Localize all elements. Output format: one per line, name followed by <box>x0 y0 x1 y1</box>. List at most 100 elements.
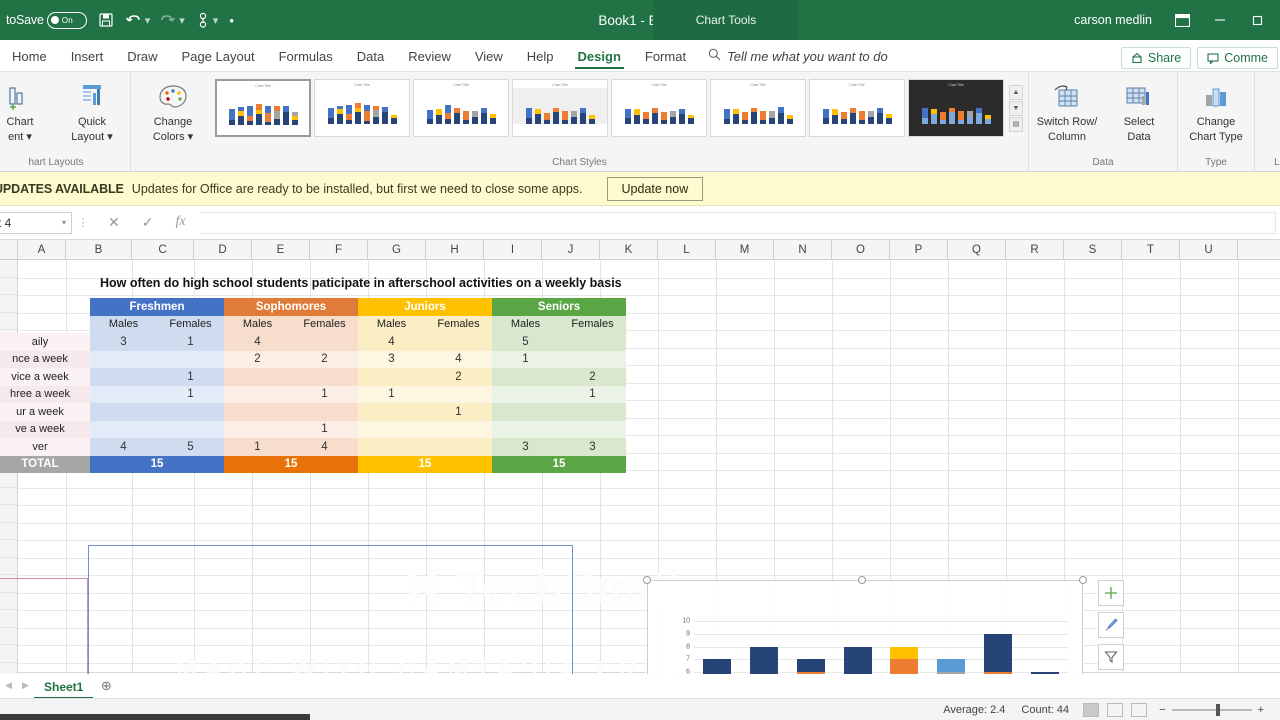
minimize-button[interactable] <box>1202 0 1238 40</box>
table-cell[interactable] <box>157 403 224 421</box>
column-header-G[interactable]: G <box>368 240 426 259</box>
table-cell[interactable] <box>425 438 492 456</box>
resize-handle-nw[interactable] <box>643 576 651 584</box>
row-header[interactable] <box>0 610 17 628</box>
chart-style-thumb-1[interactable]: Chart Title <box>215 79 311 137</box>
table-cell[interactable]: 1 <box>291 420 358 438</box>
row-header[interactable] <box>0 663 17 675</box>
formula-input[interactable] <box>199 211 1276 234</box>
table-cell[interactable]: 1 <box>425 403 492 421</box>
column-header-N[interactable]: N <box>774 240 832 259</box>
gallery-more-button[interactable]: ▤ <box>1009 116 1023 132</box>
cancel-icon[interactable]: ✕ <box>108 214 120 231</box>
gallery-down-button[interactable]: ▼ <box>1009 100 1023 116</box>
chart-bar[interactable] <box>983 633 1012 674</box>
ribbon-display-options-icon[interactable] <box>1164 0 1200 40</box>
autosave-switch[interactable]: On <box>46 11 87 29</box>
table-cell[interactable]: 1 <box>157 385 224 403</box>
table-cell[interactable] <box>358 403 425 421</box>
chart-style-thumb-4[interactable]: Chart Title <box>512 79 608 137</box>
insert-function-icon[interactable]: fx <box>175 214 185 231</box>
table-cell[interactable] <box>90 420 157 438</box>
table-cell[interactable] <box>492 368 559 386</box>
table-cell[interactable]: 1 <box>157 333 224 351</box>
table-row[interactable]: ve a week 1 <box>0 420 626 438</box>
row-header[interactable] <box>0 540 17 558</box>
row-header[interactable] <box>0 593 17 610</box>
table-cell[interactable]: 5 <box>492 333 559 351</box>
tab-formulas[interactable]: Formulas <box>267 44 345 71</box>
table-cell[interactable] <box>224 368 291 386</box>
table-cell[interactable]: 2 <box>559 368 626 386</box>
table-cell[interactable] <box>90 350 157 368</box>
move-chart-button[interactable]: Move Chart <box>1257 75 1280 143</box>
table-row[interactable]: ver 4 5 1 4 3 3 <box>0 438 626 456</box>
page-break-view-button[interactable] <box>1131 702 1148 717</box>
table-cell[interactable] <box>492 403 559 421</box>
row-header[interactable] <box>0 260 17 278</box>
sheet-nav-next-icon[interactable]: ▶ <box>22 680 29 691</box>
table-cell[interactable]: 4 <box>291 438 358 456</box>
normal-view-button[interactable] <box>1083 702 1100 717</box>
chart-bar[interactable] <box>843 646 872 674</box>
touch-mode-icon[interactable]: ▾ <box>192 10 223 30</box>
table-cell[interactable] <box>358 420 425 438</box>
table-row[interactable]: vice a week 1 2 2 <box>0 368 626 386</box>
redo-icon[interactable]: ▾ <box>157 11 189 30</box>
chart-bar[interactable] <box>1030 672 1059 674</box>
comments-button[interactable]: Comme <box>1197 47 1278 69</box>
switch-row-column-button[interactable]: Switch Row/ Column <box>1031 75 1103 143</box>
column-header-R[interactable]: R <box>1006 240 1064 259</box>
table-cell[interactable] <box>559 420 626 438</box>
table-cell[interactable]: 3 <box>358 350 425 368</box>
zoom-out-button[interactable]: − <box>1159 704 1165 716</box>
chart-filters-button[interactable] <box>1098 644 1124 670</box>
sheet-nav-arrows[interactable]: ◀ ▶ <box>0 680 34 691</box>
table-cell[interactable]: 4 <box>358 333 425 351</box>
customize-qat-icon[interactable]: • <box>225 11 238 30</box>
column-header-H[interactable]: H <box>426 240 484 259</box>
save-icon[interactable] <box>94 10 118 30</box>
table-cell[interactable] <box>559 350 626 368</box>
select-data-button[interactable]: Select Data <box>1103 75 1175 143</box>
table-cell[interactable]: 3 <box>492 438 559 456</box>
column-header-O[interactable]: O <box>832 240 890 259</box>
column-header-F[interactable]: F <box>310 240 368 259</box>
zoom-slider-knob[interactable] <box>1215 703 1220 716</box>
chart-object[interactable]: 109876543210 Freshmen Sophomores Juniors… <box>643 576 1087 674</box>
row-header[interactable] <box>0 505 17 523</box>
table-cell[interactable]: 2 <box>291 350 358 368</box>
table-cell[interactable]: 1 <box>559 385 626 403</box>
table-cell[interactable] <box>291 333 358 351</box>
column-header-S[interactable]: S <box>1064 240 1122 259</box>
page-layout-view-button[interactable] <box>1107 702 1124 717</box>
resize-handle-n[interactable] <box>858 576 866 584</box>
table-cell[interactable] <box>425 420 492 438</box>
row-header[interactable] <box>0 628 17 645</box>
chart-style-thumb-8[interactable]: Chart Title <box>908 79 1004 137</box>
column-header-Q[interactable]: Q <box>948 240 1006 259</box>
tab-design[interactable]: Design <box>566 44 633 71</box>
table-cell[interactable] <box>224 385 291 403</box>
column-header-M[interactable]: M <box>716 240 774 259</box>
table-cell[interactable]: 1 <box>224 438 291 456</box>
table-cell[interactable] <box>224 403 291 421</box>
tab-draw[interactable]: Draw <box>115 44 169 71</box>
table-cell[interactable]: 3 <box>90 333 157 351</box>
tab-format[interactable]: Format <box>633 44 698 71</box>
chart-styles-button[interactable] <box>1098 612 1124 638</box>
table-cell[interactable] <box>492 385 559 403</box>
undo-icon[interactable]: ▾ <box>121 11 155 30</box>
table-cell[interactable] <box>425 385 492 403</box>
zoom-in-button[interactable]: + <box>1258 704 1264 716</box>
chart-elements-button[interactable] <box>1098 580 1124 606</box>
enter-icon[interactable]: ✓ <box>142 214 154 231</box>
tab-data[interactable]: Data <box>345 44 396 71</box>
table-cell[interactable] <box>559 333 626 351</box>
tab-home[interactable]: Home <box>0 44 59 71</box>
column-header-B[interactable]: B <box>66 240 132 259</box>
row-header[interactable] <box>0 523 17 540</box>
column-header-I[interactable]: I <box>484 240 542 259</box>
table-cell[interactable] <box>157 350 224 368</box>
table-cell[interactable] <box>157 420 224 438</box>
